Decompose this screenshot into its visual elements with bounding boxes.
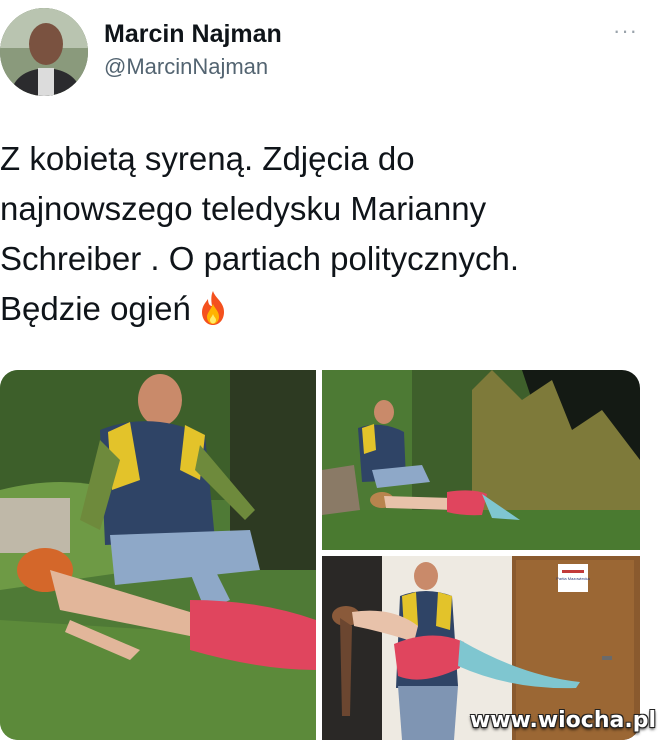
- tweet-line-last: Będzie ogień: [0, 284, 660, 334]
- tweet-text: Z kobietą syreną. Zdjęcia do najnowszego…: [0, 134, 660, 334]
- author-handle[interactable]: @MarcinNajman: [104, 54, 268, 80]
- tweet-line: Z kobietą syreną. Zdjęcia do: [0, 140, 415, 177]
- avatar-photo: [0, 8, 88, 96]
- fire-emoji-icon: [201, 291, 224, 325]
- watermark: www.wiocha.pl: [469, 708, 656, 733]
- tweet-line: Będzie ogień: [0, 290, 191, 327]
- tweet-line: najnowszego teledysku Marianny: [0, 190, 487, 227]
- photo-man-and-mermaid-grass: [0, 370, 316, 740]
- door-sign-text: Partia Mazowiecka: [556, 576, 590, 581]
- tweet-line: Schreiber . O partiach politycznych.: [0, 240, 520, 277]
- avatar[interactable]: [0, 8, 88, 96]
- media-photo-2[interactable]: [322, 370, 640, 550]
- tweet-media-grid: Partia Mazowiecka: [0, 370, 640, 740]
- more-options-button[interactable]: ···: [613, 20, 638, 42]
- more-dots-icon: ···: [613, 18, 638, 43]
- author-name[interactable]: Marcin Najman: [104, 20, 282, 49]
- photo-man-and-mermaid-reeds: [322, 370, 640, 550]
- media-photo-1[interactable]: [0, 370, 316, 740]
